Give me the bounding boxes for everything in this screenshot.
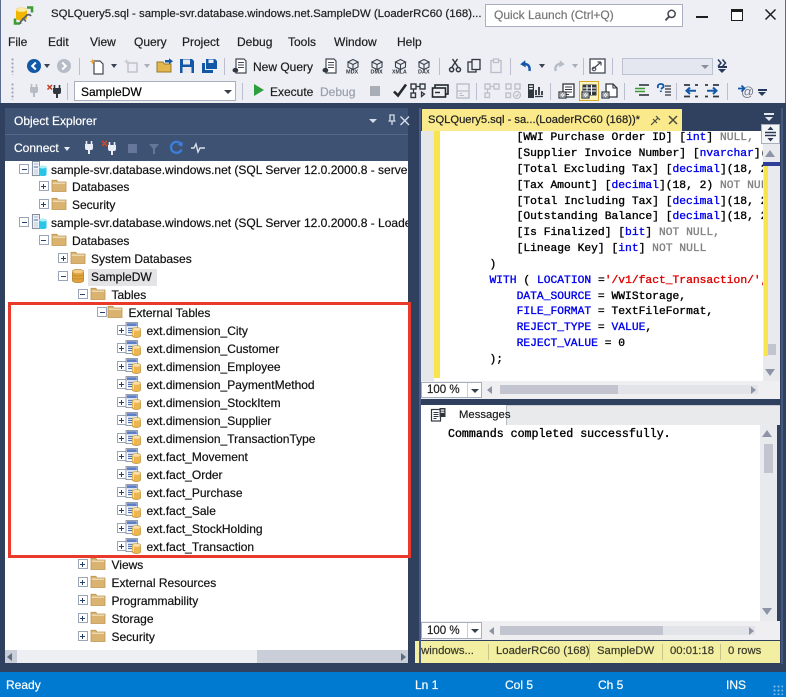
svg-text:01: 01 — [560, 93, 566, 99]
svg-text:MDX: MDX — [346, 70, 359, 75]
svg-text:XMLA: XMLA — [392, 70, 407, 75]
svg-text:01: 01 — [583, 93, 589, 99]
svg-text:DAX: DAX — [418, 70, 430, 75]
svg-text:DMX: DMX — [371, 70, 384, 75]
svg-text:01: 01 — [603, 93, 609, 99]
